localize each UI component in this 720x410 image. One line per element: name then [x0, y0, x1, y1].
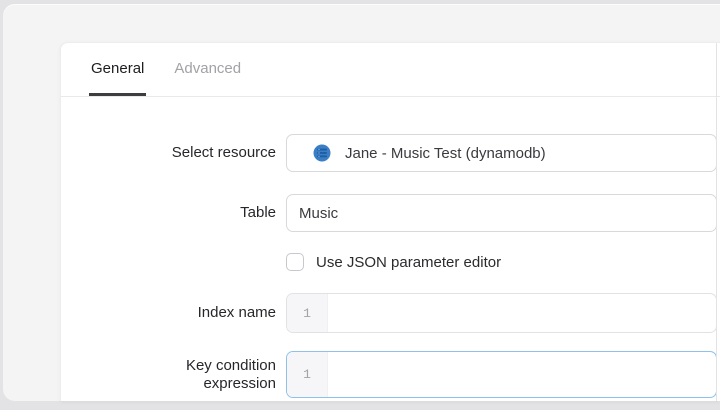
select-resource-row: Select resource Jane - Music Test (dynam…: [61, 134, 720, 172]
use-json-parameter-editor-label: Use JSON parameter editor: [316, 254, 501, 271]
table-input[interactable]: Music: [286, 194, 717, 232]
query-editor-card: General Advanced Select resource: [60, 42, 720, 401]
index-name-label: Index name: [61, 304, 276, 322]
table-label: Table: [61, 204, 276, 222]
select-resource-label: Select resource: [61, 144, 276, 162]
json-editor-checkbox-row: Use JSON parameter editor: [61, 253, 720, 271]
card-right-edge-divider: [716, 43, 717, 401]
code-editor-content[interactable]: [328, 352, 716, 397]
line-number-gutter: 1: [287, 294, 328, 332]
use-json-parameter-editor-checkbox[interactable]: [286, 253, 304, 271]
tab-advanced[interactable]: Advanced: [172, 43, 243, 96]
code-editor-content[interactable]: [328, 294, 716, 332]
key-condition-expression-label: Key condition expression: [61, 357, 276, 393]
resource-select[interactable]: Jane - Music Test (dynamodb): [286, 134, 717, 172]
table-input-value: Music: [299, 205, 338, 222]
tab-general[interactable]: General: [89, 43, 146, 96]
index-name-row: Index name 1: [61, 293, 720, 333]
dynamodb-icon: [313, 144, 331, 162]
form-body: Select resource Jane - Music Test (dynam…: [61, 97, 720, 398]
tab-bar: General Advanced: [61, 43, 720, 97]
table-row: Table Music: [61, 194, 720, 232]
key-condition-expression-code-editor[interactable]: 1: [286, 351, 717, 398]
key-condition-expression-row: Key condition expression 1: [61, 351, 720, 398]
key-condition-expression-label-text: Key condition expression: [126, 357, 276, 393]
index-name-code-editor[interactable]: 1: [286, 293, 717, 333]
line-number-gutter: 1: [287, 352, 328, 397]
resource-select-value: Jane - Music Test (dynamodb): [345, 145, 546, 162]
